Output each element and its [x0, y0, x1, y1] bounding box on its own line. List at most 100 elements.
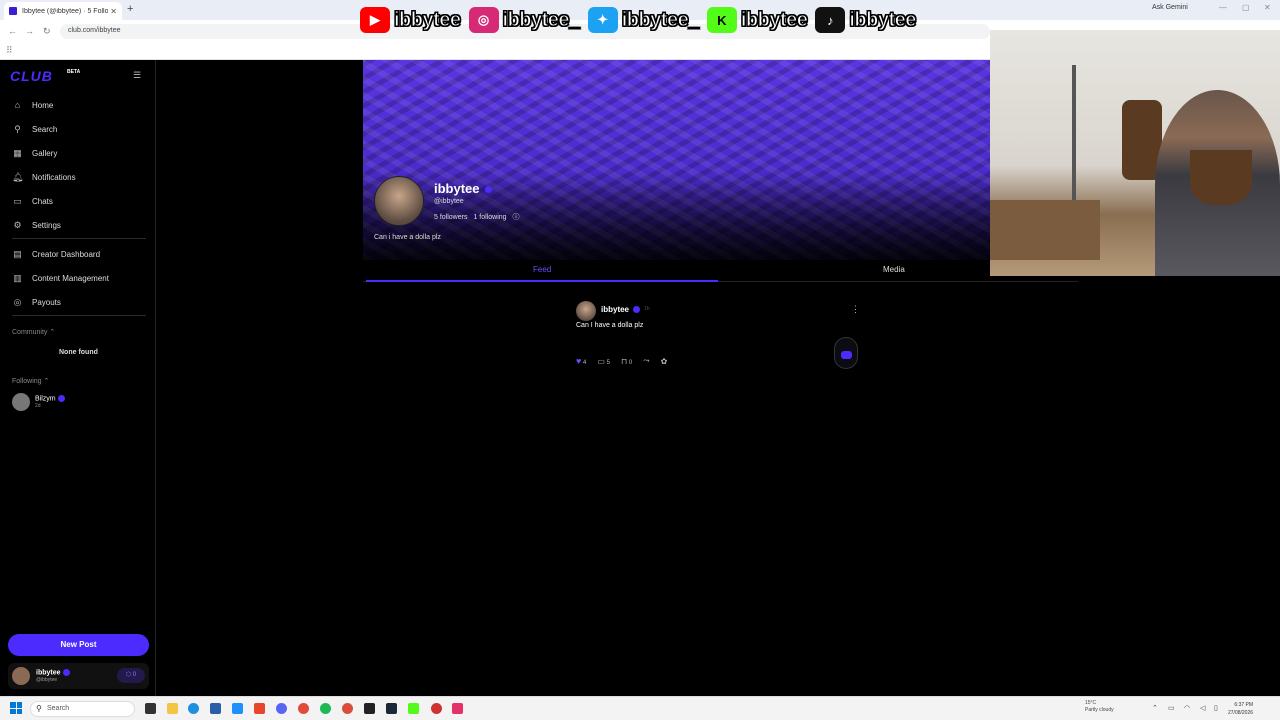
ask-gemini-button[interactable]: Ask Gemini [1152, 4, 1188, 11]
profile-handle: @ibbytee [434, 198, 464, 205]
following-label: Following [12, 378, 42, 385]
app-icon[interactable] [452, 703, 463, 714]
nav-label: Chats [32, 197, 53, 206]
nav-chats[interactable]: ▭ Chats [12, 196, 53, 207]
nav-label: Search [32, 125, 58, 134]
divider [12, 315, 146, 316]
coin-icon [841, 351, 852, 359]
tab-title: Ibbytee (@ibbytee) · 5 Followers [22, 7, 109, 15]
nav-search[interactable]: ⚲ Search [12, 124, 57, 135]
account-handle: @ibbytee [36, 676, 58, 683]
tip-coin-button[interactable] [834, 337, 858, 369]
nav-creator-dashboard[interactable]: ▤ Creator Dashboard [12, 249, 100, 260]
tray-icon[interactable]: ▭ [1168, 704, 1175, 712]
store-icon[interactable] [210, 703, 221, 714]
nav-payouts[interactable]: ◎ Payouts [12, 297, 61, 308]
apps-grid-icon[interactable]: ⠿ [6, 45, 13, 56]
wifi-icon[interactable]: ◠ [1184, 704, 1190, 712]
youtube-icon: ▶ [360, 7, 390, 33]
post-time: 1h [644, 306, 650, 312]
like-button[interactable]: ♥ 4 [576, 356, 586, 366]
profile-banner [363, 60, 990, 260]
battery-icon[interactable]: ▯ [1214, 704, 1218, 712]
brave-icon[interactable] [254, 703, 265, 714]
tab-media[interactable]: Media [883, 265, 905, 274]
community-empty-text: None found [59, 349, 98, 356]
avatar [12, 667, 30, 685]
chrome-icon[interactable] [431, 703, 442, 714]
webcam-background [990, 200, 1100, 260]
volume-icon[interactable]: ◁ [1200, 704, 1205, 712]
info-icon[interactable]: ⓘ [513, 214, 520, 221]
close-tab-icon[interactable]: ✕ [110, 7, 117, 16]
edge-icon[interactable] [188, 703, 199, 714]
browser-tab[interactable]: Ibbytee (@ibbytee) · 5 Followers ✕ [4, 2, 122, 20]
chrome-icon[interactable] [298, 703, 309, 714]
post-author[interactable]: ibbytee [601, 305, 641, 314]
chevron-up-icon[interactable]: ⌃ [1152, 704, 1158, 712]
weather-temp: 15°C [1085, 700, 1097, 706]
following-toggle[interactable]: Following ⌃ [12, 377, 49, 385]
search-icon: ⚲ [14, 124, 21, 134]
following-count[interactable]: 1 following [473, 214, 506, 221]
share-icon[interactable]: ⤳ [643, 356, 649, 366]
menu-toggle-icon[interactable]: ☰ [133, 70, 141, 81]
close-window-icon[interactable]: ✕ [1264, 3, 1271, 12]
tip-icon[interactable]: ✿ [661, 357, 668, 366]
taskbar-search-label: Search [47, 705, 70, 712]
weather-widget[interactable]: 15°C Partly cloudy [1085, 700, 1114, 714]
minimize-icon[interactable]: — [1219, 3, 1227, 12]
nav-label: Content Management [32, 274, 109, 283]
nav-settings[interactable]: ⚙ Settings [12, 220, 60, 231]
gear-icon: ⚙ [13, 220, 22, 230]
save-button[interactable]: ⊓ 0 [621, 357, 632, 366]
community-toggle[interactable]: Community ⌃ [12, 328, 55, 336]
clock-time: 6:37 PM [1234, 702, 1254, 708]
obs-icon[interactable] [364, 703, 375, 714]
kick-icon[interactable] [408, 703, 419, 714]
webcam-overlay [990, 30, 1280, 276]
nav-label: Notifications [32, 173, 76, 182]
profile-bio: Can i have a dolla plz [374, 234, 441, 241]
maximize-icon[interactable]: ▢ [1242, 3, 1250, 12]
nav-gallery[interactable]: ▦ Gallery [12, 148, 57, 159]
forward-icon[interactable]: → [25, 26, 34, 36]
reload-icon[interactable]: ↻ [43, 26, 51, 37]
new-post-button[interactable]: New Post [8, 634, 149, 656]
nav-home[interactable]: ⌂ Home [12, 100, 54, 110]
taskbar-search[interactable]: ⚲ Search [30, 701, 135, 717]
nav-notifications[interactable]: 🔔︎ Notifications [12, 172, 76, 183]
post-actions: ♥ 4 ▭ 5 ⊓ 0 ⤳ ✿ [576, 356, 667, 366]
profile-avatar[interactable] [374, 176, 424, 226]
coin-balance[interactable]: ⬡ 0 [117, 668, 145, 683]
profile-name-text: ibbytee [434, 181, 480, 196]
post-options-icon[interactable]: ⋮ [851, 304, 860, 315]
windows-start-icon[interactable] [10, 702, 22, 714]
task-view-icon[interactable] [145, 703, 156, 714]
file-explorer-icon[interactable] [167, 703, 178, 714]
tab-feed[interactable]: Feed [533, 265, 551, 274]
new-tab-button[interactable]: + [127, 3, 133, 15]
discord-icon[interactable] [276, 703, 287, 714]
active-tab-indicator [366, 280, 718, 282]
steam-icon[interactable] [386, 703, 397, 714]
comment-button[interactable]: ▭ 5 [597, 357, 610, 366]
community-label: Community [12, 329, 48, 336]
nav-label: Payouts [32, 298, 61, 307]
back-icon[interactable]: ← [8, 26, 17, 36]
nav-label: Creator Dashboard [32, 250, 101, 259]
post-avatar[interactable] [576, 301, 596, 321]
followers-count[interactable]: 5 followers [434, 214, 467, 221]
account-name: ibbytee [36, 669, 61, 677]
bell-icon: 🔔︎ [12, 172, 24, 182]
app-icon[interactable] [232, 703, 243, 714]
nav-content-management[interactable]: ▥ Content Management [12, 273, 109, 284]
spotify-icon[interactable] [320, 703, 331, 714]
system-clock[interactable]: 6:37 PM 27/08/2026 [1228, 701, 1253, 717]
following-time: 2d [35, 402, 41, 409]
clock-date: 27/08/2026 [1228, 710, 1254, 716]
chrome-icon[interactable] [342, 703, 353, 714]
following-item[interactable]: Bilzym 2d [12, 393, 65, 411]
account-switcher[interactable]: ibbytee @ibbytee ⬡ 0 [8, 663, 149, 689]
club-logo[interactable]: CLUB [10, 68, 53, 84]
